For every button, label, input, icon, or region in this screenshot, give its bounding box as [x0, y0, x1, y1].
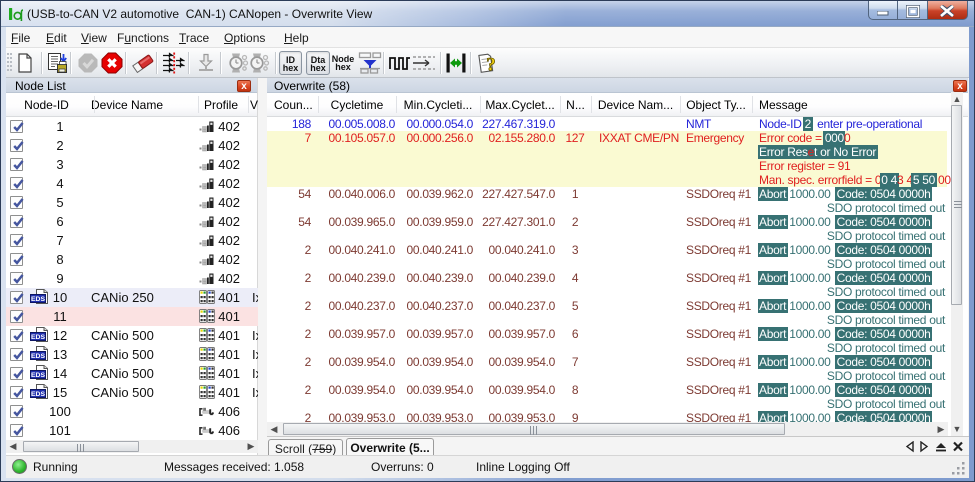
svg-text:?: ? [486, 55, 496, 76]
